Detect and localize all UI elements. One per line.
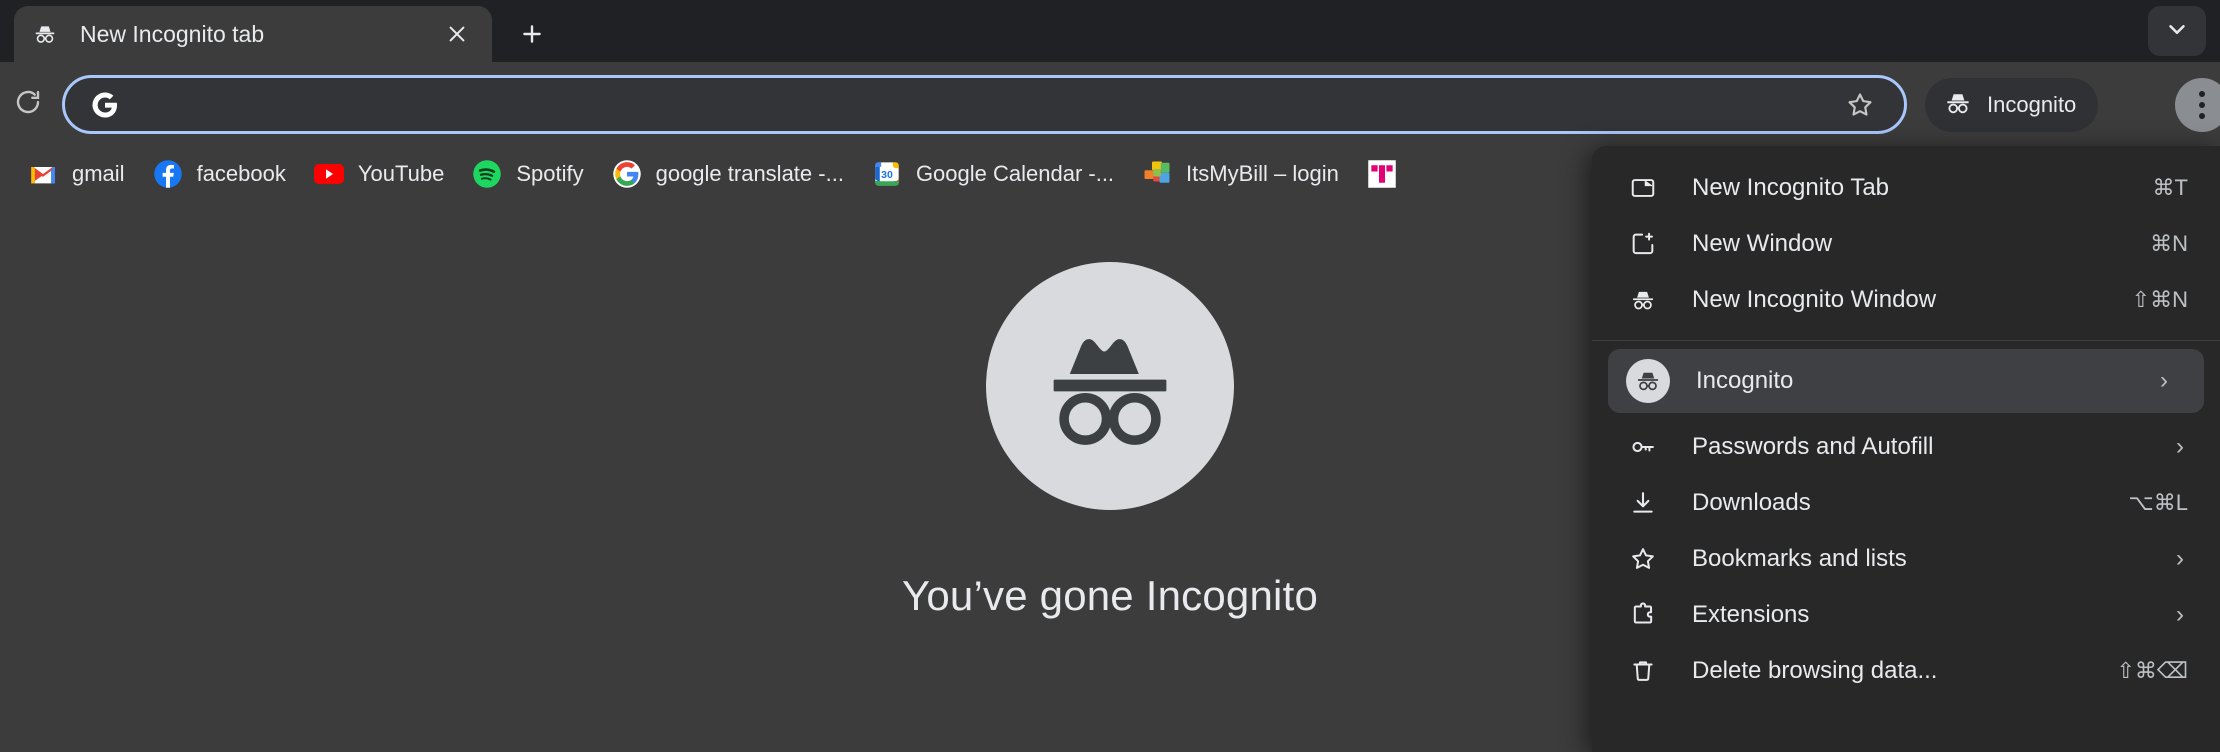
address-bar-input[interactable] xyxy=(139,91,1838,118)
menu-item-shortcut: ⇧⌘⌫ xyxy=(2116,658,2192,684)
chevron-right-icon: › xyxy=(2176,547,2192,571)
bookmark-label: facebook xyxy=(197,161,286,187)
incognito-icon xyxy=(1943,88,1973,123)
chrome-main-menu: New Incognito Tab ⌘T New Window ⌘N New I… xyxy=(1592,146,2220,752)
chevron-right-icon: › xyxy=(2160,369,2176,393)
bookmark-spotify[interactable]: Spotify xyxy=(458,151,597,197)
menu-item-delete-browsing-data[interactable]: Delete browsing data... ⇧⌘⌫ xyxy=(1592,643,2220,699)
bookmark-itsmybill[interactable]: ItsMyBill – login xyxy=(1128,151,1353,197)
bookmark-label: Google Calendar -... xyxy=(916,161,1114,187)
star-outline-icon[interactable] xyxy=(1838,83,1882,127)
menu-item-label: Downloads xyxy=(1692,489,2128,517)
menu-item-shortcut: ⇧⌘N xyxy=(2132,287,2192,313)
menu-item-label: Bookmarks and lists xyxy=(1692,545,2176,573)
menu-dot xyxy=(2199,91,2205,97)
trash-icon xyxy=(1626,654,1660,688)
chevron-right-icon: › xyxy=(2176,603,2192,627)
tmobile-icon xyxy=(1367,159,1397,189)
menu-item-new-incognito-tab[interactable]: New Incognito Tab ⌘T xyxy=(1592,160,2220,216)
menu-item-label: New Incognito Tab xyxy=(1692,174,2153,202)
menu-dot xyxy=(2199,113,2205,119)
incognito-icon xyxy=(1626,283,1660,317)
download-icon xyxy=(1626,486,1660,520)
menu-divider xyxy=(1592,340,2220,341)
bookmark-gmail[interactable]: gmail xyxy=(14,151,139,197)
google-calendar-icon: 30 xyxy=(872,159,902,189)
tab-search-button[interactable] xyxy=(2148,6,2206,56)
menu-item-label: Incognito xyxy=(1696,367,2160,395)
chevron-down-icon xyxy=(2164,16,2190,47)
gmail-icon xyxy=(28,159,58,189)
page-title: You’ve gone Incognito xyxy=(902,572,1318,620)
extensions-puzzle-icon xyxy=(1626,598,1660,632)
bookmark-google-calendar[interactable]: 30 Google Calendar -... xyxy=(858,151,1128,197)
menu-item-label: New Window xyxy=(1692,230,2150,258)
bookmark-tmobile[interactable] xyxy=(1353,151,1425,197)
key-icon xyxy=(1626,430,1660,464)
menu-item-shortcut: ⌥⌘L xyxy=(2128,490,2192,516)
bookmark-label: YouTube xyxy=(358,161,444,187)
profile-chip-incognito[interactable]: Incognito xyxy=(1925,78,2098,132)
new-window-icon xyxy=(1626,227,1660,261)
bookmark-label: gmail xyxy=(72,161,125,187)
incognito-hat-glasses-icon xyxy=(986,262,1234,510)
chevron-right-icon: › xyxy=(2176,435,2192,459)
reload-button[interactable] xyxy=(0,76,56,132)
menu-item-downloads[interactable]: Downloads ⌥⌘L xyxy=(1592,475,2220,531)
svg-text:30: 30 xyxy=(881,169,893,181)
bookmark-label: google translate -... xyxy=(656,161,844,187)
menu-item-incognito-profile[interactable]: Incognito › xyxy=(1608,349,2204,413)
youtube-icon xyxy=(314,159,344,189)
bookmark-google-translate[interactable]: google translate -... xyxy=(598,151,858,197)
new-tab-button[interactable] xyxy=(512,14,552,54)
facebook-icon xyxy=(153,159,183,189)
bookmark-facebook[interactable]: facebook xyxy=(139,151,300,197)
menu-item-passwords-and-autofill[interactable]: Passwords and Autofill › xyxy=(1592,419,2220,475)
menu-item-new-incognito-window[interactable]: New Incognito Window ⇧⌘N xyxy=(1592,272,2220,328)
avatar xyxy=(1626,359,1670,403)
menu-item-extensions[interactable]: Extensions › xyxy=(1592,587,2220,643)
bookmark-label: ItsMyBill – login xyxy=(1186,161,1339,187)
spotify-icon xyxy=(472,159,502,189)
reload-icon xyxy=(13,87,43,122)
menu-item-label: New Incognito Window xyxy=(1692,286,2132,314)
google-g-icon xyxy=(89,89,121,121)
bookmark-youtube[interactable]: YouTube xyxy=(300,151,458,197)
menu-item-new-window[interactable]: New Window ⌘N xyxy=(1592,216,2220,272)
three-dot-menu-icon[interactable] xyxy=(2175,78,2220,132)
incognito-icon xyxy=(32,21,58,47)
tab-title: New Incognito tab xyxy=(80,21,440,48)
menu-item-shortcut: ⌘N xyxy=(2150,231,2192,257)
menu-item-label: Delete browsing data... xyxy=(1692,657,2116,685)
star-outline-icon xyxy=(1626,542,1660,576)
incognito-avatar-icon xyxy=(1626,359,1670,403)
itsmybill-icon xyxy=(1142,159,1172,189)
menu-item-label: Extensions xyxy=(1692,601,2176,629)
menu-dot xyxy=(2199,102,2205,108)
new-tab-icon xyxy=(1626,171,1660,205)
google-g-icon xyxy=(612,159,642,189)
address-bar[interactable] xyxy=(62,75,1907,134)
menu-item-shortcut: ⌘T xyxy=(2153,175,2192,201)
profile-chip-label: Incognito xyxy=(1987,92,2076,118)
browser-toolbar: Incognito xyxy=(0,62,2220,146)
menu-item-label: Passwords and Autofill xyxy=(1692,433,2176,461)
menu-item-bookmarks-and-lists[interactable]: Bookmarks and lists › xyxy=(1592,531,2220,587)
tab-strip: New Incognito tab xyxy=(0,0,2220,62)
tab-new-incognito-tab[interactable]: New Incognito tab xyxy=(14,6,492,62)
bookmark-label: Spotify xyxy=(516,161,583,187)
close-icon[interactable] xyxy=(440,17,474,51)
